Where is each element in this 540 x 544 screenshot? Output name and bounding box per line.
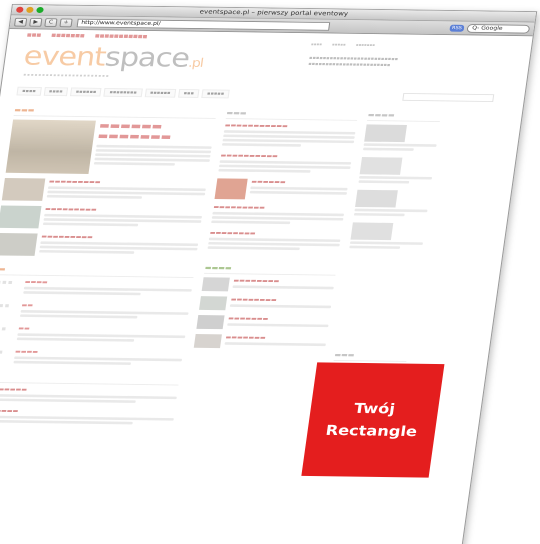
company-logo: ▪▪▪▪ xyxy=(0,348,5,356)
venue-image xyxy=(201,277,230,292)
login-links: ▪▪▪▪ ▪▪▪▪▪ ▪▪▪▪▪▪▪ xyxy=(311,42,376,47)
company-name[interactable]: ▬▬ xyxy=(18,325,187,333)
webpage: ■■■ ■■■■■■■ ■■■■■■■■■■■ eventspace.pl ▪▪… xyxy=(0,29,533,436)
nav-item[interactable]: ▪▪▪▪ xyxy=(16,86,42,96)
company-name[interactable]: ▬▬ xyxy=(21,302,190,310)
logo-tagline: ▪▪▪▪▪▪▪▪▪▪▪▪▪▪▪▪▪▪▪▪▪▪▪ xyxy=(23,72,110,78)
register-link[interactable]: ▪▪▪▪▪▪▪ xyxy=(356,42,376,47)
article-item[interactable]: ▬▬▬▬▬▬▬▬▬ xyxy=(0,205,203,230)
section-heading: ▬▬▬ xyxy=(225,109,359,121)
add-bookmark-button[interactable]: + xyxy=(59,18,73,27)
header-quote: ▪▪▪▪▪▪▪▪▪▪▪▪▪▪▪▪▪▪▪▪▪▪▪▪▪▪ ▪▪▪▪▪▪▪▪▪▪▪▪▪… xyxy=(307,55,399,68)
reload-button[interactable]: C xyxy=(44,17,58,27)
nav-item[interactable]: ▪▪▪▪▪▪▪▪ xyxy=(103,88,143,98)
news-title[interactable]: ▬▬▬▬▬▬▬▬▬▬▬ xyxy=(224,122,356,130)
company-item[interactable]: ▪▪▪▪ ▬▬ xyxy=(0,325,186,344)
venue-title[interactable]: ▬▬▬▬▬▬▬ xyxy=(228,315,330,322)
event-column: ▬▬▬ ▬▬▬▬▬▬ ▬▬▬▬▬▬▬ ▬▬▬▬▬▬▬▬▬ ▬▬▬▬▬▬▬▬▬ ▬… xyxy=(0,106,217,432)
featured-article[interactable]: ▬▬▬▬▬▬ ▬▬▬▬▬▬▬ xyxy=(5,119,215,175)
news-title[interactable]: ▬▬▬▬▬▬ xyxy=(251,179,349,186)
venue-item[interactable]: ▬▬▬▬▬▬▬ xyxy=(196,315,329,331)
section-heading: ▬▬▬ xyxy=(333,351,408,362)
google-search-field[interactable]: Q- Google xyxy=(466,23,531,34)
top-link[interactable]: ■■■■■■■■■■■ xyxy=(94,34,147,40)
article-image xyxy=(0,232,38,256)
top-link[interactable]: ■■■■■■■ xyxy=(51,33,85,39)
news-item[interactable]: ▬▬▬▬▬▬▬▬ xyxy=(207,230,342,251)
article-image xyxy=(1,177,46,201)
section-heading: ▬▬▬▬ xyxy=(367,111,442,122)
venue-title[interactable]: ▬▬▬▬▬▬▬ xyxy=(225,334,327,341)
company-item[interactable]: ▪▪▪▪ ▬▬▬▬ xyxy=(0,279,193,298)
site-logo[interactable]: eventspace.pl xyxy=(21,41,205,77)
site-search-input[interactable] xyxy=(402,92,495,102)
article-image xyxy=(5,119,96,174)
sidebar-item[interactable] xyxy=(353,189,430,217)
news-title[interactable]: ▬▬▬▬▬▬▬▬▬▬ xyxy=(220,153,352,161)
news-item[interactable]: ▬▬▬▬▬▬ xyxy=(214,178,349,200)
list-item[interactable]: ▬▬▬▬▬▬▬▬▬ xyxy=(0,386,178,403)
company-logo: ▪▪▪▪ xyxy=(0,278,15,286)
company-logo: ▪▪▪▪ xyxy=(0,301,11,309)
top-link[interactable]: ■■■ xyxy=(27,33,42,38)
venue-item[interactable]: ▬▬▬▬▬▬▬▬ xyxy=(201,277,335,293)
company-item[interactable]: ▪▪▪▪ ▬▬▬▬ xyxy=(0,348,183,367)
venue-title[interactable]: ▬▬▬▬▬▬▬▬ xyxy=(233,278,335,285)
sidebar-image xyxy=(359,157,403,175)
section-heading: ▬▬▬▬ xyxy=(204,264,337,276)
ad-rectangle[interactable]: Twój Rectangle xyxy=(301,362,445,478)
sidebar-image xyxy=(364,124,407,143)
section-heading: ▬▬▬ xyxy=(13,106,217,119)
sidebar-image xyxy=(350,222,394,241)
section-heading: ▬▬ xyxy=(0,265,195,278)
company-item[interactable]: ▪▪▪▪ ▬▬ xyxy=(0,302,190,321)
article-item[interactable]: ▬▬▬▬▬▬▬▬▬ xyxy=(0,232,199,258)
nav-item[interactable]: ▪▪▪ xyxy=(177,89,200,98)
news-item[interactable]: ▬▬▬▬▬▬▬▬▬ xyxy=(211,204,345,225)
venue-image xyxy=(193,333,222,349)
news-item[interactable]: ▬▬▬▬▬▬▬▬▬▬ xyxy=(218,153,352,174)
content-columns: ▬▬▬ ▬▬▬▬▬▬ ▬▬▬▬▬▬▬ ▬▬▬▬▬▬▬▬▬ ▬▬▬▬▬▬▬▬▬ ▬… xyxy=(0,96,523,436)
sidebar-item[interactable] xyxy=(349,222,425,249)
list-item[interactable]: ▬▬▬▬▬▬▬▬ xyxy=(0,408,175,425)
nav-item[interactable]: ▪▪▪▪ xyxy=(43,87,69,97)
company-logo: ▪▪▪▪ xyxy=(0,325,8,333)
article-title[interactable]: ▬▬▬▬▬▬▬▬▬ xyxy=(49,179,207,187)
venue-item[interactable]: ▬▬▬▬▬▬▬ xyxy=(193,333,327,350)
news-item[interactable]: ▬▬▬▬▬▬▬▬▬▬▬ xyxy=(221,122,357,147)
venue-title[interactable]: ▬▬▬▬▬▬▬▬ xyxy=(230,297,332,304)
company-name[interactable]: ▬▬▬▬ xyxy=(15,349,184,357)
nav-item[interactable]: ▪▪▪▪▪▪ xyxy=(70,87,102,97)
nav-item[interactable]: ▪▪▪▪▪ xyxy=(201,89,230,99)
site-header: eventspace.pl ▪▪▪▪▪▪▪▪▪▪▪▪▪▪▪▪▪▪▪▪▪▪▪ ▪▪… xyxy=(3,41,531,81)
venue-image xyxy=(199,296,228,311)
list-item-title[interactable]: ▬▬▬▬▬▬▬▬ xyxy=(0,408,175,417)
venue-item[interactable]: ▬▬▬▬▬▬▬▬ xyxy=(199,296,332,312)
article-item[interactable]: ▬▬▬▬▬▬▬▬▬ xyxy=(1,177,207,203)
news-image xyxy=(214,178,248,200)
sidebar-item[interactable] xyxy=(362,124,439,151)
featured-title[interactable]: ▬▬▬▬▬▬ ▬▬▬▬▬▬▬ xyxy=(97,120,215,143)
forward-button[interactable]: ▶ xyxy=(29,17,43,27)
article-title[interactable]: ▬▬▬▬▬▬▬▬▬ xyxy=(41,234,199,242)
login-link[interactable]: ▪▪▪▪▪ xyxy=(332,42,346,46)
news-title[interactable]: ▬▬▬▬▬▬▬▬ xyxy=(209,230,341,238)
sidebar-image xyxy=(355,189,398,208)
nav-item[interactable]: ▪▪▪▪▪▪ xyxy=(144,88,177,98)
ad-line-2: Rectangle xyxy=(324,421,419,440)
venue-image xyxy=(196,315,225,330)
news-title[interactable]: ▬▬▬▬▬▬▬▬▬ xyxy=(213,204,345,212)
ad-line-1: Twój xyxy=(352,399,397,417)
address-bar[interactable]: http://www.eventspace.pl/ xyxy=(76,18,331,31)
article-title[interactable]: ▬▬▬▬▬▬▬▬▬ xyxy=(45,206,203,214)
browser-window: eventspace.pl – pierwszy portal eventowy… xyxy=(0,4,538,544)
section-heading: ▬▬ xyxy=(0,373,180,386)
article-image xyxy=(0,205,42,229)
login-link[interactable]: ▪▪▪▪ xyxy=(311,42,323,46)
rss-icon[interactable]: RSS xyxy=(449,24,465,32)
sidebar-item[interactable] xyxy=(358,157,434,184)
back-button[interactable]: ◀ xyxy=(13,17,28,27)
company-name[interactable]: ▬▬▬▬ xyxy=(24,279,193,287)
